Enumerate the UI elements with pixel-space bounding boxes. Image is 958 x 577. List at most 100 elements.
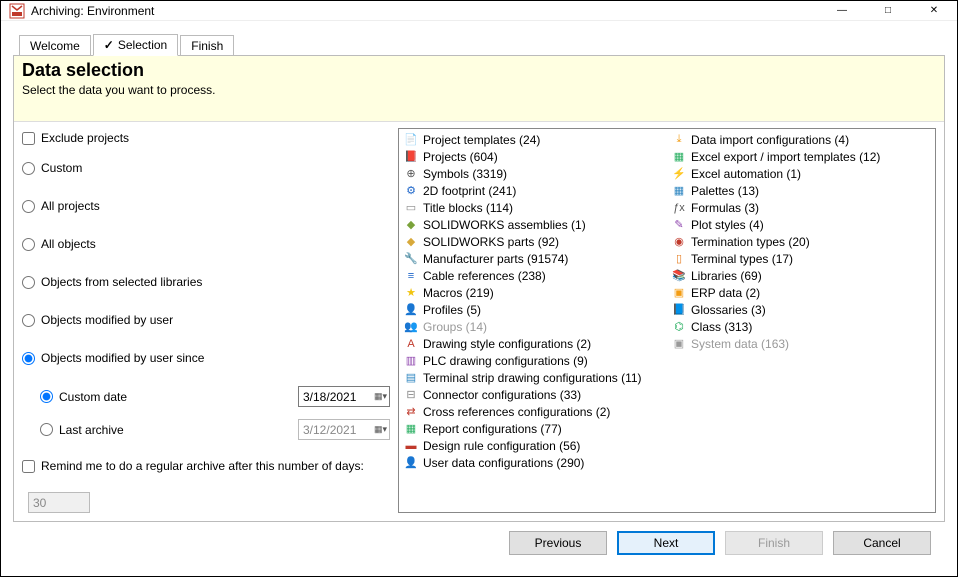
data-type-item[interactable]: 📘 Glossaries (3) [671, 301, 931, 318]
item-label: System data (163) [691, 337, 789, 351]
data-type-item[interactable]: 👤User data configurations (290) [403, 454, 663, 471]
cancel-button[interactable]: Cancel [833, 531, 931, 555]
subradio-last-archive-input[interactable] [40, 423, 53, 436]
window-buttons: — □ ✕ [819, 1, 957, 20]
banner-heading: Data selection [22, 60, 936, 81]
data-type-item[interactable]: ⊕Symbols (3319) [403, 165, 663, 182]
data-type-item[interactable]: ★Macros (219) [403, 284, 663, 301]
data-type-item[interactable]: ADrawing style configurations (2) [403, 335, 663, 352]
item-icon: 📄 [403, 132, 419, 148]
data-type-item[interactable]: 📕Projects (604) [403, 148, 663, 165]
data-type-item[interactable]: ◆SOLIDWORKS parts (92) [403, 233, 663, 250]
item-label: Cable references (238) [423, 269, 546, 283]
item-icon: ◆ [403, 234, 419, 250]
options-pane: Exclude projects Custom All projects [22, 128, 390, 513]
exclude-projects-label: Exclude projects [41, 131, 129, 145]
data-list-col2: ⤓Data import configurations (4)▦Excel ex… [671, 131, 931, 510]
item-icon: 👥 [403, 319, 419, 335]
next-button[interactable]: Next [617, 531, 715, 555]
tab-welcome[interactable]: Welcome [19, 35, 91, 56]
item-icon: 📘 [671, 302, 687, 318]
item-label: Groups (14) [423, 320, 487, 334]
radio-all-objects[interactable]: All objects [22, 237, 96, 251]
item-icon: ▦ [403, 421, 419, 437]
data-type-item[interactable]: ⇄Cross references configurations (2) [403, 403, 663, 420]
check-icon: ✓ [104, 38, 114, 52]
radio-from-libraries[interactable]: Objects from selected libraries [22, 275, 202, 289]
item-label: Connector configurations (33) [423, 388, 581, 402]
item-icon: 👤 [403, 302, 419, 318]
item-icon: ▦ [671, 149, 687, 165]
window-title: Archiving: Environment [31, 4, 819, 18]
item-label: Termination types (20) [691, 235, 810, 249]
custom-date-picker[interactable]: 3/18/2021 ▦▾ [298, 386, 390, 407]
item-icon: ⊟ [403, 387, 419, 403]
data-type-item[interactable]: ▤Terminal strip drawing configurations (… [403, 369, 663, 386]
radio-from-libraries-input[interactable] [22, 276, 35, 289]
data-type-item[interactable]: ⊟ Connector configurations (33) [403, 386, 663, 403]
data-type-item[interactable]: ✎Plot styles (4) [671, 216, 931, 233]
data-type-item[interactable]: ◆SOLIDWORKS assemblies (1) [403, 216, 663, 233]
data-type-item[interactable]: ▯Terminal types (17) [671, 250, 931, 267]
subradio-custom-date[interactable]: Custom date [40, 390, 127, 404]
item-label: Terminal strip drawing configurations (1… [423, 371, 642, 385]
calendar-dropdown-icon[interactable]: ▦▾ [374, 391, 387, 402]
item-label: User data configurations (290) [423, 456, 584, 470]
exclude-projects-checkbox[interactable]: Exclude projects [22, 131, 129, 145]
item-label: Profiles (5) [423, 303, 481, 317]
remind-days-input: 30 [28, 492, 90, 513]
radio-modified-by-user[interactable]: Objects modified by user [22, 313, 173, 327]
data-type-item[interactable]: ⚙2D footprint (241) [403, 182, 663, 199]
radio-custom[interactable]: Custom [22, 161, 82, 175]
data-type-item[interactable]: 📄Project templates (24) [403, 131, 663, 148]
data-type-item[interactable]: ⤓Data import configurations (4) [671, 131, 931, 148]
radio-all-projects[interactable]: All projects [22, 199, 100, 213]
item-label: Symbols (3319) [423, 167, 507, 181]
item-label: Formulas (3) [691, 201, 759, 215]
item-label: 2D footprint (241) [423, 184, 516, 198]
radio-all-projects-input[interactable] [22, 200, 35, 213]
tab-selection[interactable]: ✓Selection [93, 34, 178, 56]
radio-modified-since-input[interactable] [22, 352, 35, 365]
data-type-item[interactable]: ≡Cable references (238) [403, 267, 663, 284]
item-label: PLC drawing configurations (9) [423, 354, 588, 368]
data-type-item[interactable]: ▬Design rule configuration (56) [403, 437, 663, 454]
data-type-item[interactable]: ▣ERP data (2) [671, 284, 931, 301]
data-type-item[interactable]: ⌬Class (313) [671, 318, 931, 335]
tab-finish[interactable]: Finish [180, 35, 234, 56]
previous-button[interactable]: Previous [509, 531, 607, 555]
data-type-item[interactable]: ▦Report configurations (77) [403, 420, 663, 437]
footer: Previous Next Finish Cancel [13, 522, 945, 564]
item-label: Cross references configurations (2) [423, 405, 610, 419]
radio-modified-since[interactable]: Objects modified by user since [22, 351, 204, 365]
remind-checkbox[interactable]: Remind me to do a regular archive after … [22, 459, 364, 473]
radio-custom-input[interactable] [22, 162, 35, 175]
data-type-item[interactable]: 📚Libraries (69) [671, 267, 931, 284]
remind-checkbox-input[interactable] [22, 460, 35, 473]
data-type-item[interactable]: 👤 Profiles (5) [403, 301, 663, 318]
subradio-last-archive[interactable]: Last archive [40, 423, 124, 437]
exclude-projects-input[interactable] [22, 132, 35, 145]
item-label: Libraries (69) [691, 269, 762, 283]
minimize-button[interactable]: — [819, 1, 865, 20]
maximize-button[interactable]: □ [865, 1, 911, 20]
radio-modified-by-user-input[interactable] [22, 314, 35, 327]
last-archive-value: 3/12/2021 [303, 423, 356, 437]
item-label: Title blocks (114) [423, 201, 513, 215]
data-type-item: 👥 Groups (14) [403, 318, 663, 335]
calendar-dropdown-icon: ▦▾ [374, 424, 387, 435]
data-type-item[interactable]: 🔧Manufacturer parts (91574) [403, 250, 663, 267]
close-button[interactable]: ✕ [911, 1, 957, 20]
subradio-custom-date-input[interactable] [40, 390, 53, 403]
item-icon: ƒx [671, 200, 687, 216]
data-type-item[interactable]: ▦Excel export / import templates (12) [671, 148, 931, 165]
item-label: Glossaries (3) [691, 303, 766, 317]
data-type-item[interactable]: ƒx Formulas (3) [671, 199, 931, 216]
data-type-item[interactable]: ▭Title blocks (114) [403, 199, 663, 216]
data-type-item[interactable]: ⚡Excel automation (1) [671, 165, 931, 182]
data-type-item[interactable]: ▦Palettes (13) [671, 182, 931, 199]
item-label: Palettes (13) [691, 184, 759, 198]
data-type-item[interactable]: ▥PLC drawing configurations (9) [403, 352, 663, 369]
radio-all-objects-input[interactable] [22, 238, 35, 251]
data-type-item[interactable]: ◉Termination types (20) [671, 233, 931, 250]
